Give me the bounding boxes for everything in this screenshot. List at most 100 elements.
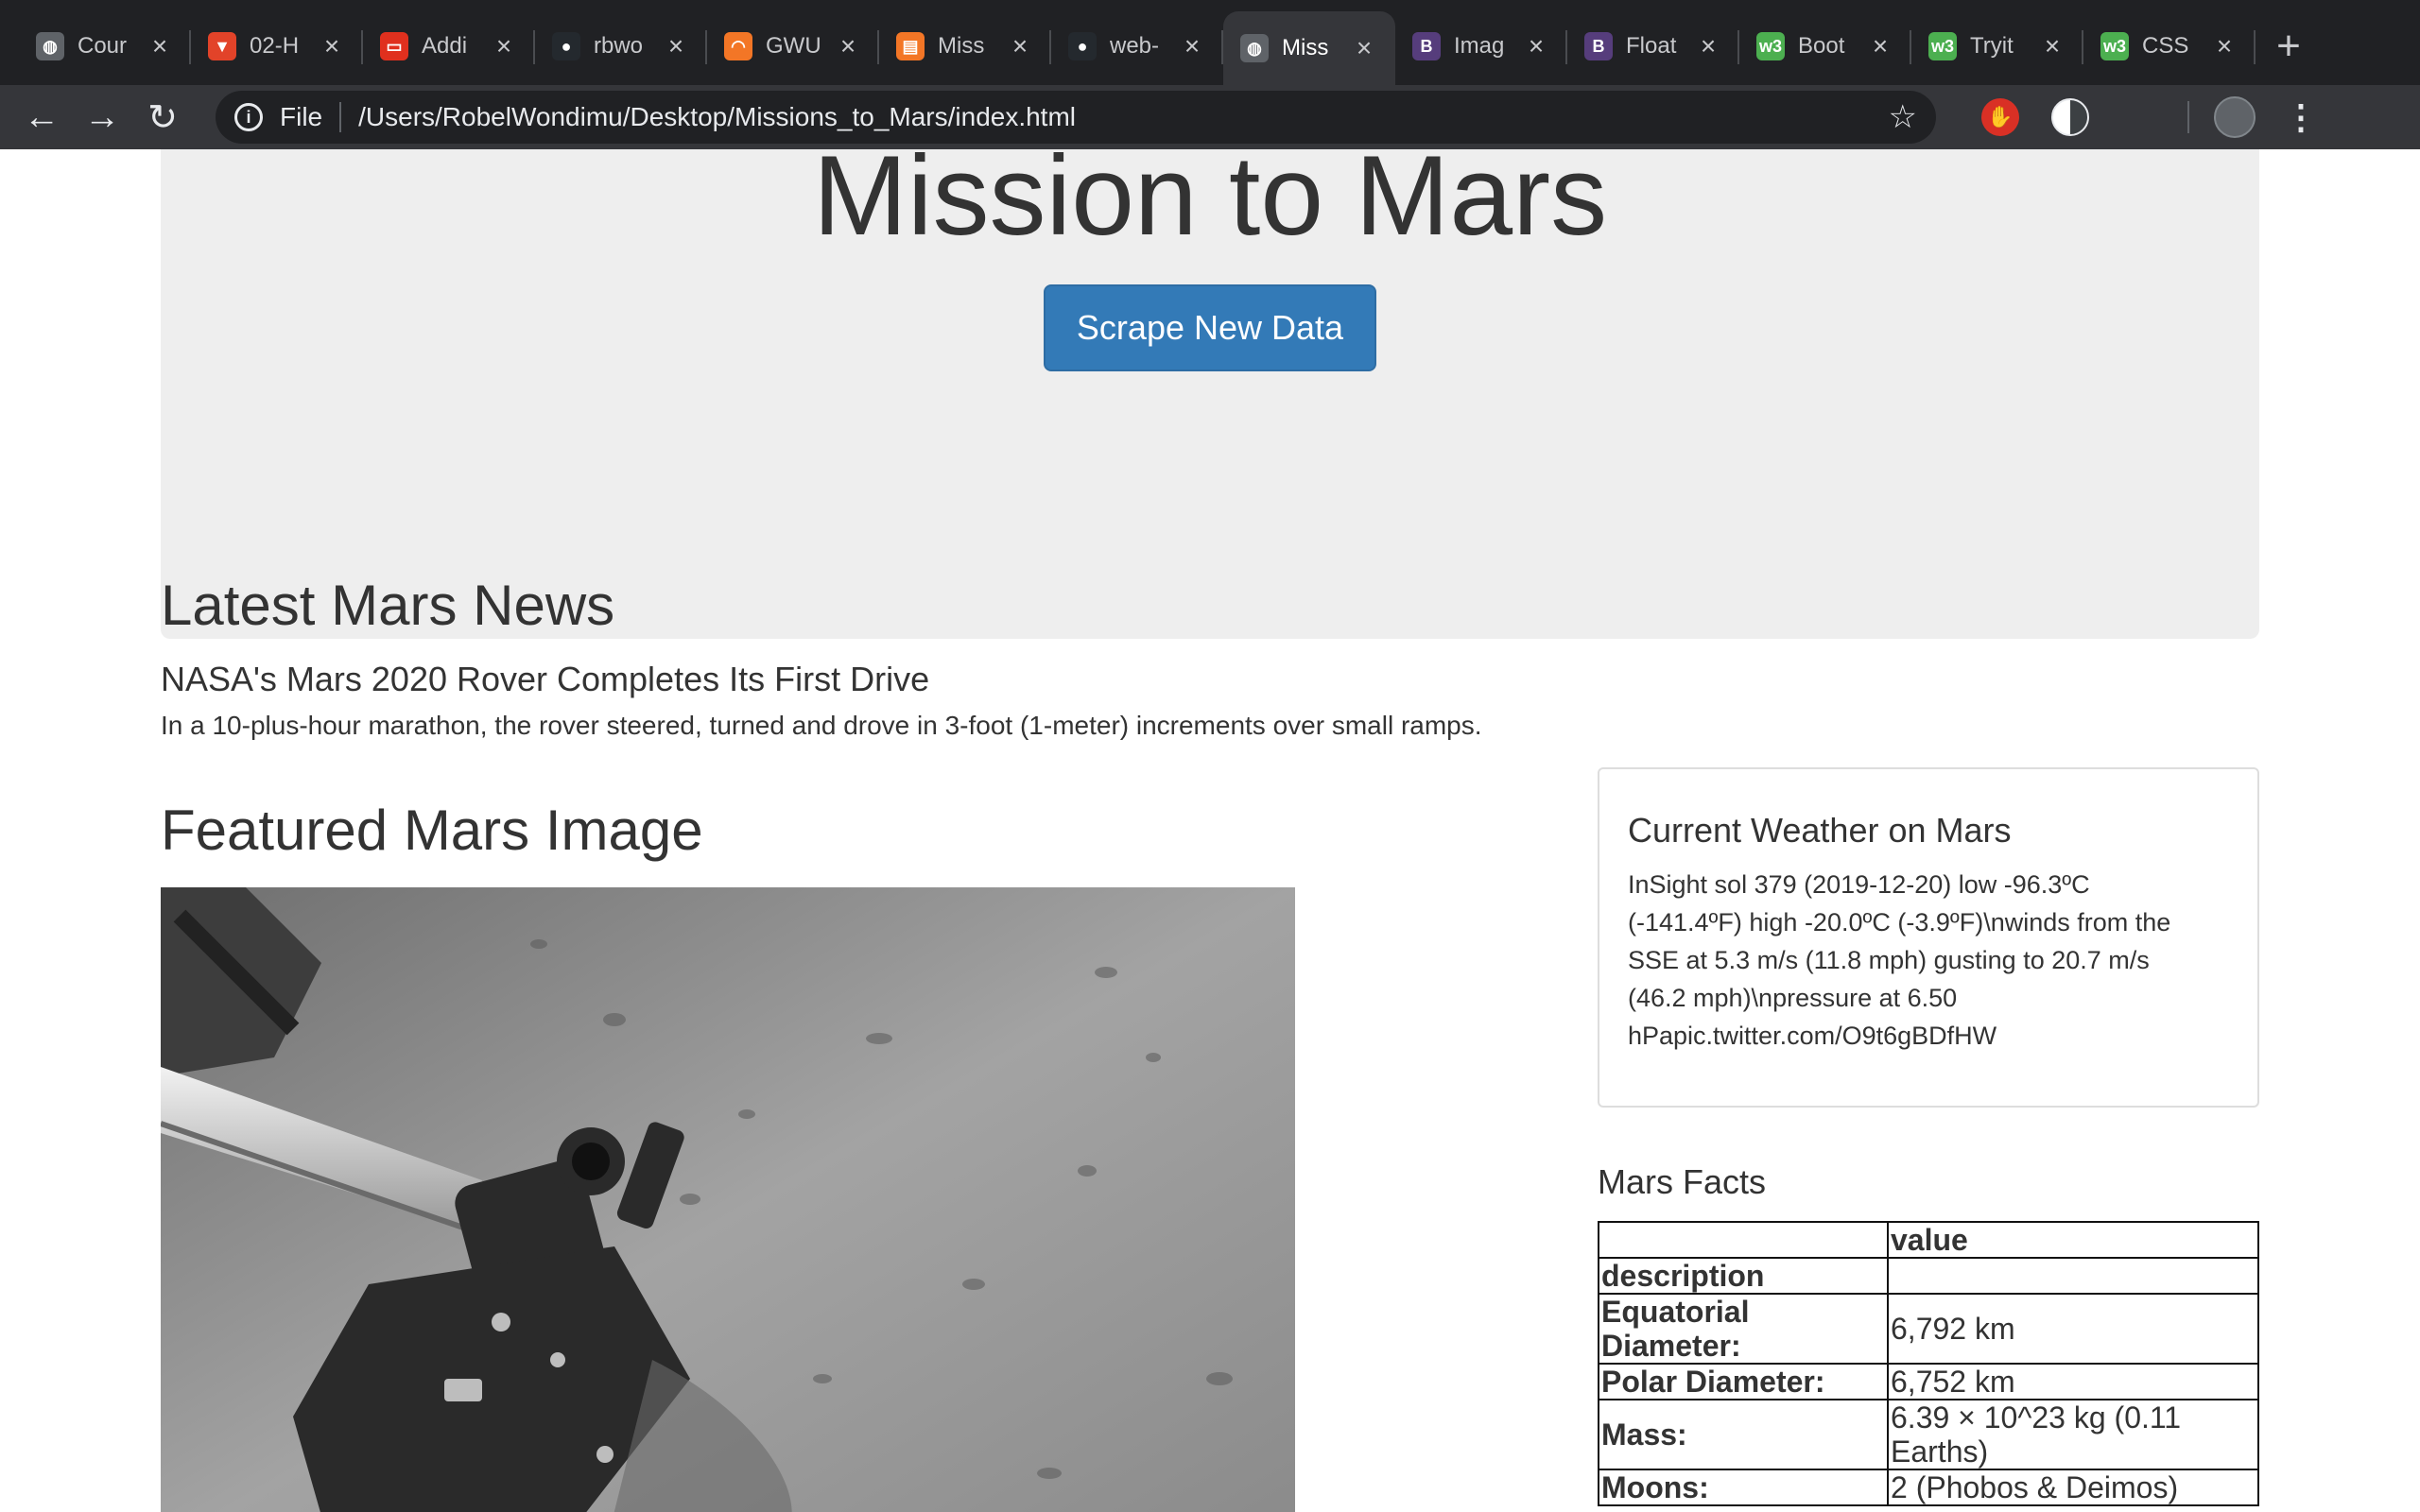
fact-value-line: 6,752 km <box>1891 1365 2015 1399</box>
mars-rover-arm-illustration <box>161 887 1295 1512</box>
featured-heading: Featured Mars Image <box>161 799 703 862</box>
bootstrap-icon: B <box>1412 32 1441 60</box>
header-index-cell <box>1598 1221 1889 1259</box>
browser-tab[interactable]: ◍ Cour × <box>19 11 191 81</box>
news-title: NASA's Mars 2020 Rover Completes Its Fir… <box>161 660 930 698</box>
page-viewport: Mission to Mars Scrape New Data Latest M… <box>0 149 2420 1512</box>
fact-value-line: 6.39 × 10^23 kg (0.11 <box>1891 1400 2182 1435</box>
fact-value-line: 2 (Phobos & Deimos) <box>1891 1470 2179 1504</box>
globe-icon: ◍ <box>1240 34 1269 62</box>
table-header-row: value <box>1598 1221 2259 1259</box>
fact-label-cell: Polar Diameter: <box>1598 1363 1889 1400</box>
table-row: Mass: 6.39 × 10^23 kg (0.11 Earths) <box>1598 1399 2259 1470</box>
dark-mode-extension-icon[interactable] <box>2051 98 2089 136</box>
news-paragraph: In a 10-plus-hour marathon, the rover st… <box>161 711 1482 740</box>
tab-close-icon[interactable]: × <box>2038 31 2066 61</box>
weather-text: InSight sol 379 (2019-12-20) low -96.3ºC… <box>1628 866 2229 1055</box>
browser-tab[interactable]: w3 CSS × <box>2083 11 2256 81</box>
browser-tab[interactable]: B Imag × <box>1395 11 1567 81</box>
tab-close-icon[interactable]: × <box>1178 31 1206 61</box>
bootstrap-icon: B <box>1584 32 1613 60</box>
browser-tab[interactable]: ▭ Addi × <box>363 11 535 81</box>
tab-close-icon[interactable]: × <box>662 31 690 61</box>
index-label-cell: description <box>1598 1257 1889 1295</box>
tab-close-icon[interactable]: × <box>834 31 862 61</box>
fact-value-line: Earths) <box>1891 1435 1989 1469</box>
profile-avatar[interactable] <box>2214 96 2256 138</box>
oracle-icon: ▭ <box>380 32 408 60</box>
index-empty-cell <box>1887 1257 2259 1295</box>
tab-title: Imag <box>1454 33 1505 59</box>
fact-label-line: Polar Diameter: <box>1601 1365 1825 1399</box>
menu-kebab-icon[interactable]: ⋮ <box>2284 97 2318 137</box>
github-icon: ● <box>552 32 580 60</box>
fact-label-line: Moons: <box>1601 1470 1709 1504</box>
jumbotron: Mission to Mars Scrape New Data <box>161 149 2259 639</box>
new-tab-button[interactable]: + <box>2256 11 2322 81</box>
tab-title: Addi <box>422 33 468 59</box>
browser-tab[interactable]: ● web- × <box>1051 11 1223 81</box>
facts-heading: Mars Facts <box>1598 1162 1767 1201</box>
w3schools-icon: w3 <box>1928 32 1957 60</box>
table-row: Polar Diameter: 6,752 km <box>1598 1363 2259 1400</box>
browser-tab[interactable]: ▼ 02-H × <box>191 11 363 81</box>
fact-label-line: Equatorial <box>1601 1295 1750 1329</box>
browser-tab[interactable]: ▤ Miss × <box>879 11 1051 81</box>
weather-line: InSight sol 379 (2019-12-20) low -96.3ºC <box>1628 870 2090 899</box>
address-bar[interactable]: i File /Users/RobelWondimu/Desktop/Missi… <box>216 91 1936 144</box>
table-index-row: description <box>1598 1257 2259 1295</box>
table-row: Moons: 2 (Phobos & Deimos) <box>1598 1469 2259 1506</box>
browser-tab[interactable]: ◍ Miss × <box>1223 11 1395 85</box>
fact-label-cell: Mass: <box>1598 1399 1889 1470</box>
tab-close-icon[interactable]: × <box>1694 31 1722 61</box>
adblock-extension-icon[interactable]: ✋ <box>1981 98 2019 136</box>
tab-close-icon[interactable]: × <box>146 31 174 61</box>
gitlab-icon: ▼ <box>208 32 236 60</box>
page-title: Mission to Mars <box>812 149 1608 259</box>
tab-title: web- <box>1110 33 1160 59</box>
tab-separator <box>2254 30 2256 64</box>
bookmark-star-icon[interactable]: ☆ <box>1889 98 1917 136</box>
forward-button[interactable]: → <box>72 87 132 147</box>
header-value-cell: value <box>1887 1221 2259 1259</box>
tab-title: GWU <box>766 33 821 59</box>
back-button[interactable]: ← <box>11 87 72 147</box>
tab-title: Float <box>1626 33 1677 59</box>
tab-close-icon[interactable]: × <box>2210 31 2238 61</box>
facts-table-body: value description Equatorial Diameter: 6,792… <box>1598 1221 2259 1506</box>
tab-close-icon[interactable]: × <box>1866 31 1894 61</box>
fact-value-cell: 6.39 × 10^23 kg (0.11 Earths) <box>1887 1399 2259 1470</box>
tab-close-icon[interactable]: × <box>1350 33 1378 63</box>
fact-label-line: Diameter: <box>1601 1329 1741 1363</box>
tab-title: Tryit <box>1970 33 2014 59</box>
browser-tab[interactable]: B Float × <box>1567 11 1739 81</box>
fact-label-line: Mass: <box>1601 1418 1687 1452</box>
fact-value-cell: 2 (Phobos & Deimos) <box>1887 1469 2259 1506</box>
news-heading: Latest Mars News <box>161 574 615 637</box>
tab-title: Miss <box>1282 35 1329 60</box>
weather-line: (46.2 mph)\npressure at 6.50 <box>1628 984 1958 1012</box>
scrape-button[interactable]: Scrape New Data <box>1044 284 1376 371</box>
info-icon[interactable]: i <box>234 103 263 131</box>
browser-tab[interactable]: w3 Tryit × <box>1911 11 2083 81</box>
toolbar-divider <box>2187 101 2189 133</box>
weather-line: (-141.4ºF) high -20.0ºC (-3.9ºF)\nwinds … <box>1628 908 2171 936</box>
table-row: Equatorial Diameter: 6,792 km <box>1598 1293 2259 1365</box>
reload-button[interactable]: ↻ <box>132 87 193 147</box>
tab-close-icon[interactable]: × <box>1522 31 1550 61</box>
browser-tab-strip: ◍ Cour × ▼ 02-H × ▭ Addi × ● rbwo × ◠ GWU × ▤ Miss × ● web-… <box>0 0 2420 85</box>
url-text[interactable]: /Users/RobelWondimu/Desktop/Missions_to_… <box>358 102 1888 132</box>
fact-value-cell: 6,752 km <box>1887 1363 2259 1400</box>
tab-close-icon[interactable]: × <box>318 31 346 61</box>
tab-close-icon[interactable]: × <box>490 31 518 61</box>
tab-title: Boot <box>1798 33 1845 59</box>
tab-title: 02-H <box>250 33 300 59</box>
tab-title: rbwo <box>594 33 644 59</box>
browser-tab[interactable]: ● rbwo × <box>535 11 707 81</box>
browser-tab[interactable]: w3 Boot × <box>1739 11 1911 81</box>
browser-tab[interactable]: ◠ GWU × <box>707 11 879 81</box>
tab-close-icon[interactable]: × <box>1006 31 1034 61</box>
fact-label-cell: Moons: <box>1598 1469 1889 1506</box>
fact-value-line: 6,792 km <box>1891 1312 2015 1346</box>
tab-title: CSS <box>2142 33 2189 59</box>
